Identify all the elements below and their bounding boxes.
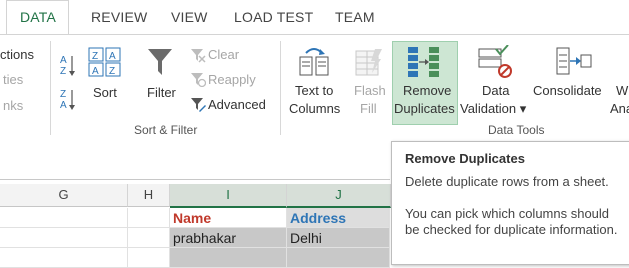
cell-i-row3[interactable] xyxy=(170,248,287,268)
connections-partial[interactable]: ctions xyxy=(0,47,34,62)
sort-dialog-icon[interactable]: Z A A Z xyxy=(88,47,122,77)
svg-text:Z: Z xyxy=(60,66,66,77)
worksheet-grid: G H I J Name Address prabhakar Delhi xyxy=(0,184,391,268)
sort-filter-group-label: Sort & Filter xyxy=(134,123,198,137)
what-if-analysis-partial-2[interactable]: Ana xyxy=(610,101,629,116)
svg-text:A: A xyxy=(109,51,116,62)
svg-text:Z: Z xyxy=(109,66,115,77)
data-validation-icon[interactable] xyxy=(478,45,514,79)
svg-text:A: A xyxy=(92,66,99,77)
reapply-button: Reapply xyxy=(208,72,256,87)
ribbon: ctions ties nks A Z Z A Z A A Z Sort Fil… xyxy=(0,34,629,142)
remove-duplicates-label-2[interactable]: Duplicates xyxy=(394,101,455,116)
tab-load-test[interactable]: LOAD TEST xyxy=(234,9,313,25)
clear-button: Clear xyxy=(208,47,240,62)
ribbon-tabs: DATA REVIEW VIEW LOAD TEST TEAM xyxy=(0,0,629,37)
flash-fill-icon xyxy=(355,49,382,76)
cell-g-row3[interactable] xyxy=(0,248,128,268)
sort-az-icon[interactable]: A Z xyxy=(60,53,76,77)
advanced-filter-icon[interactable] xyxy=(190,96,206,112)
edit-links-partial: nks xyxy=(3,98,24,113)
svg-text:A: A xyxy=(60,100,67,111)
cell-address-header[interactable]: Address xyxy=(287,208,390,228)
data-validation-label-1[interactable]: Data xyxy=(482,83,509,98)
svg-text:Z: Z xyxy=(60,89,66,100)
data-tools-group-label: Data Tools xyxy=(488,123,545,137)
cell-g-row2[interactable] xyxy=(0,228,128,248)
svg-text:A: A xyxy=(60,55,67,66)
text-to-columns-label-1[interactable]: Text to xyxy=(295,83,333,98)
remove-duplicates-label-1[interactable]: Remove xyxy=(403,83,451,98)
advanced-button[interactable]: Advanced xyxy=(208,97,266,112)
filter-button[interactable]: Filter xyxy=(147,85,176,100)
what-if-analysis-partial-1[interactable]: W xyxy=(616,83,628,98)
clear-filter-icon xyxy=(191,49,206,63)
cell-name-value[interactable]: prabhakar xyxy=(170,228,287,248)
group-separator xyxy=(50,41,51,135)
tab-team[interactable]: TEAM xyxy=(335,9,375,25)
tooltip-description: Delete duplicate rows from a sheet. xyxy=(405,174,609,189)
remove-duplicates-tooltip: Remove Duplicates Delete duplicate rows … xyxy=(391,141,629,265)
flash-fill-label-2: Fill xyxy=(360,101,377,116)
column-header-h[interactable]: H xyxy=(128,184,170,207)
tab-view[interactable]: VIEW xyxy=(171,9,208,25)
group-separator xyxy=(280,41,281,135)
cell-h-row2[interactable] xyxy=(128,228,170,248)
tab-data[interactable]: DATA xyxy=(20,9,56,25)
cell-address-value[interactable]: Delhi xyxy=(287,228,390,248)
column-header-g[interactable]: G xyxy=(0,184,128,207)
svg-text:Z: Z xyxy=(92,51,98,62)
consolidate-button[interactable]: Consolidate xyxy=(533,83,602,98)
sort-button[interactable]: Sort xyxy=(93,85,117,100)
cell-g-header[interactable] xyxy=(0,208,128,228)
tooltip-detail: You can pick which columns should be che… xyxy=(405,206,618,237)
reapply-icon xyxy=(191,73,206,87)
data-validation-label-2[interactable]: Validation ▾ xyxy=(460,101,526,117)
remove-duplicates-icon[interactable] xyxy=(407,45,441,79)
sort-za-icon[interactable]: Z A xyxy=(60,87,76,111)
column-header-i[interactable]: I xyxy=(170,184,287,208)
text-to-columns-label-2[interactable]: Columns xyxy=(289,101,340,116)
filter-icon[interactable] xyxy=(147,47,173,77)
properties-partial: ties xyxy=(3,72,24,87)
cell-h-header[interactable] xyxy=(128,208,170,228)
tooltip-title: Remove Duplicates xyxy=(405,151,525,166)
cell-h-row3[interactable] xyxy=(128,248,170,268)
flash-fill-label-1: Flash xyxy=(354,83,386,98)
cell-j-row3[interactable] xyxy=(287,248,390,268)
tab-review[interactable]: REVIEW xyxy=(91,9,147,25)
consolidate-icon[interactable] xyxy=(556,47,592,75)
formula-bar-divider xyxy=(0,179,390,180)
text-to-columns-icon[interactable] xyxy=(298,45,330,79)
cell-name-header[interactable]: Name xyxy=(170,208,287,228)
column-header-j[interactable]: J xyxy=(287,184,391,208)
